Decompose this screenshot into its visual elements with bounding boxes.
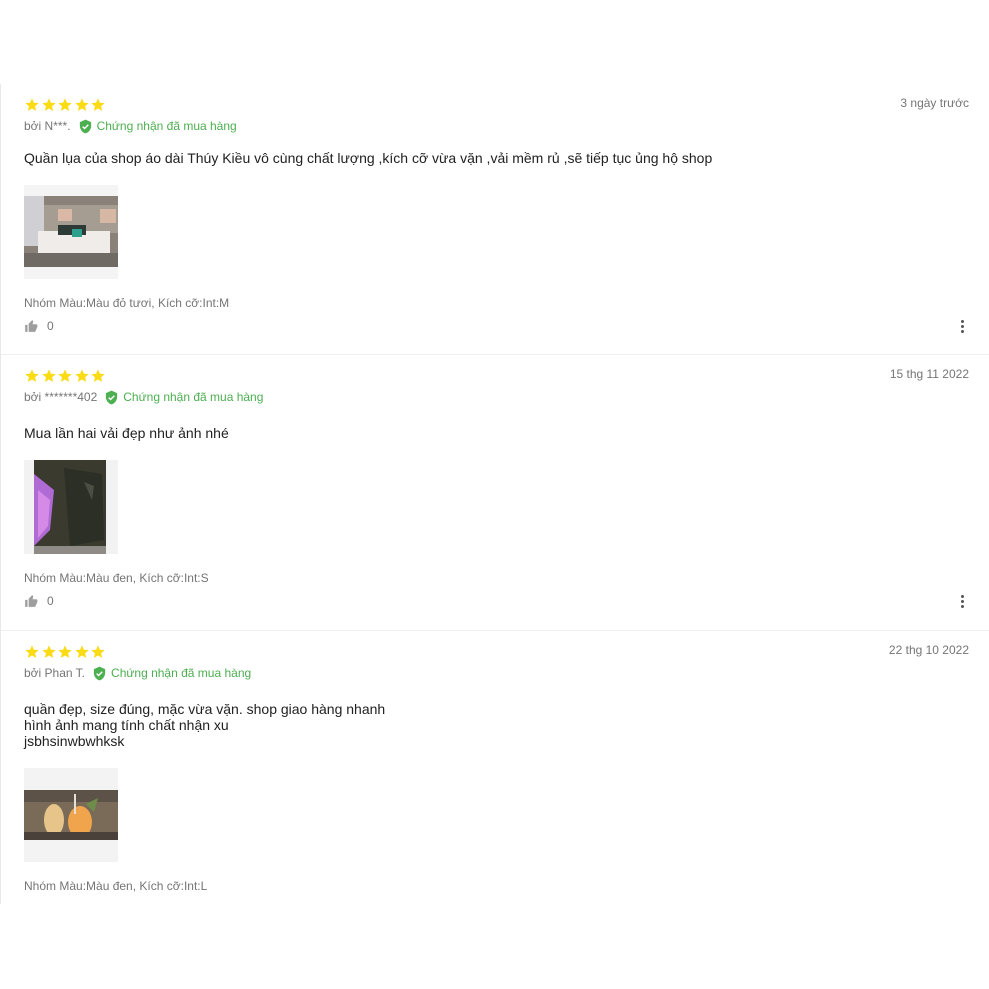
star-icon bbox=[74, 368, 90, 384]
verified-badge: Chứng nhận đã mua hàng bbox=[104, 390, 263, 405]
review-byline: bởi *******402 Chứng nhận đã mua hàng bbox=[24, 389, 263, 405]
review-date: 22 thg 10 2022 bbox=[888, 643, 969, 657]
more-vertical-icon[interactable] bbox=[956, 318, 968, 334]
verified-check-icon bbox=[93, 666, 106, 680]
thumbs-up-icon bbox=[25, 320, 38, 332]
review-content: quần đẹp, size đúng, mặc vừa vặn. shop g… bbox=[24, 701, 386, 749]
review-sku: Nhóm Màu:Màu đỏ tươi, Kích cỡ:Int:M bbox=[24, 296, 230, 310]
star-icon bbox=[41, 97, 57, 113]
review-item: 22 thg 10 2022 bởi Phan T. Chứng nhận đã… bbox=[1, 631, 989, 904]
verified-badge: Chứng nhận đã mua hàng bbox=[78, 119, 237, 134]
rating-stars bbox=[24, 644, 107, 660]
verified-check-icon bbox=[106, 390, 118, 404]
review-author: bởi Phan T. bbox=[24, 666, 86, 680]
like-button[interactable]: 0 bbox=[24, 594, 54, 608]
star-icon bbox=[24, 368, 40, 384]
review-content: Quần lụa của shop áo dài Thúy Kiều vô cù… bbox=[24, 150, 713, 166]
review-byline: bởi N***. Chứng nhận đã mua hàng bbox=[24, 118, 237, 134]
more-vertical-icon[interactable] bbox=[956, 593, 968, 609]
thumbs-up-icon bbox=[25, 595, 38, 607]
review-author: bởi *******402 bbox=[24, 390, 98, 404]
star-icon bbox=[90, 644, 106, 660]
review-item: 15 thg 11 2022 bởi *******402 Chứng nhận… bbox=[1, 355, 989, 631]
rating-stars bbox=[24, 368, 107, 384]
star-icon bbox=[24, 97, 40, 113]
star-icon bbox=[24, 644, 40, 660]
star-icon bbox=[90, 97, 106, 113]
review-date: 3 ngày trước bbox=[900, 96, 969, 110]
review-item: 3 ngày trước bởi N***. Chứng nhận đã mua… bbox=[1, 84, 989, 355]
like-count: 0 bbox=[47, 319, 54, 333]
star-icon bbox=[57, 644, 73, 660]
review-image[interactable] bbox=[24, 768, 118, 862]
star-icon bbox=[57, 368, 73, 384]
star-icon bbox=[41, 644, 57, 660]
like-count: 0 bbox=[47, 594, 54, 608]
review-sku: Nhóm Màu:Màu đen, Kích cỡ:Int:S bbox=[24, 571, 209, 585]
star-icon bbox=[90, 368, 106, 384]
verified-label: Chứng nhận đã mua hàng bbox=[123, 390, 264, 404]
review-byline: bởi Phan T. Chứng nhận đã mua hàng bbox=[24, 665, 251, 681]
star-icon bbox=[41, 368, 57, 384]
verified-label: Chứng nhận đã mua hàng bbox=[111, 666, 252, 680]
star-icon bbox=[74, 644, 90, 660]
review-list: 3 ngày trước bởi N***. Chứng nhận đã mua… bbox=[0, 84, 989, 904]
review-author: bởi N***. bbox=[24, 119, 71, 133]
verified-check-icon bbox=[79, 119, 91, 133]
review-image[interactable] bbox=[24, 460, 118, 554]
verified-badge: Chứng nhận đã mua hàng bbox=[92, 666, 251, 681]
like-button[interactable]: 0 bbox=[24, 319, 54, 333]
rating-stars bbox=[24, 97, 107, 113]
star-icon bbox=[57, 97, 73, 113]
star-icon bbox=[74, 97, 90, 113]
review-sku: Nhóm Màu:Màu đen, Kích cỡ:Int:L bbox=[24, 879, 208, 893]
review-image[interactable] bbox=[24, 185, 118, 279]
review-content: Mua lần hai vải đẹp như ảnh nhé bbox=[24, 425, 229, 441]
review-date: 15 thg 11 2022 bbox=[889, 367, 969, 381]
verified-label: Chứng nhận đã mua hàng bbox=[96, 119, 237, 133]
